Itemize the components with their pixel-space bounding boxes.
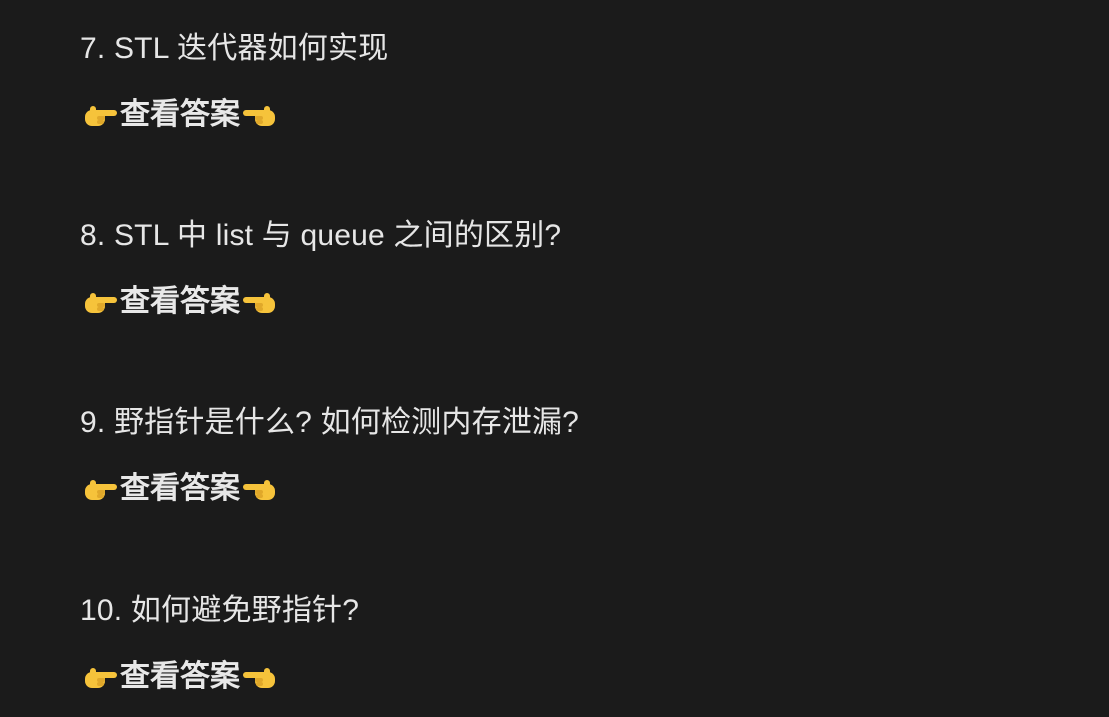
pointing-right-hand-icon [85,106,117,126]
pointing-right-hand-icon [85,293,117,313]
question-text: 7. STL 迭代器如何实现 [80,32,389,65]
view-answer-link[interactable]: 查看答案 [83,284,277,320]
qa-page: 7. STL 迭代器如何实现 查看答案 8. STL 中 list 与 queu… [0,0,1109,717]
qa-item: 9. 野指针是什么? 如何检测内存泄漏? 查看答案 [80,405,1080,505]
qa-item: 7. STL 迭代器如何实现 查看答案 [80,31,1080,131]
question-text: 8. STL 中 list 与 queue 之间的区别? [80,219,562,252]
qa-item: 10. 如何避免野指针? 查看答案 [80,593,1080,693]
view-answer-label: 查看答案 [120,285,240,318]
view-answer-link[interactable]: 查看答案 [83,471,277,507]
pointing-left-hand-icon [243,480,275,500]
question-text: 10. 如何避免野指针? [80,594,360,627]
pointing-right-hand-icon [85,668,117,688]
pointing-left-hand-icon [243,293,275,313]
view-answer-link[interactable]: 查看答案 [83,659,277,695]
pointing-right-hand-icon [85,480,117,500]
view-answer-label: 查看答案 [120,660,240,693]
qa-item: 8. STL 中 list 与 queue 之间的区别? 查看答案 [80,218,1080,318]
view-answer-label: 查看答案 [120,98,240,131]
question-text: 9. 野指针是什么? 如何检测内存泄漏? [80,406,580,439]
view-answer-label: 查看答案 [120,472,240,505]
pointing-left-hand-icon [243,668,275,688]
view-answer-link[interactable]: 查看答案 [83,97,277,133]
pointing-left-hand-icon [243,106,275,126]
